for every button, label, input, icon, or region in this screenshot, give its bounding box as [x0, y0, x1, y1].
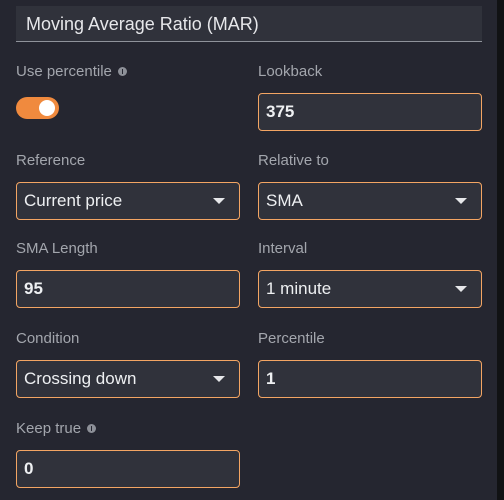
- relative-to-label: Relative to: [258, 152, 329, 169]
- keep-true-label: Keep true: [16, 420, 97, 437]
- info-icon[interactable]: [87, 424, 97, 433]
- interval-value: 1 minute: [266, 279, 332, 298]
- reference-label-text: Reference: [16, 152, 86, 169]
- condition-select[interactable]: Crossing down: [16, 360, 240, 398]
- condition-label: Condition: [16, 330, 79, 347]
- reference-select[interactable]: Current price: [16, 182, 240, 220]
- use-percentile-label-text: Use percentile: [16, 63, 112, 80]
- reference-label: Reference: [16, 152, 85, 169]
- condition-value: Crossing down: [24, 369, 137, 388]
- percentile-value: 1: [266, 369, 276, 388]
- keep-true-value: 0: [24, 459, 34, 478]
- sma-length-label-text: SMA Length: [16, 240, 98, 257]
- info-icon[interactable]: [117, 67, 127, 76]
- use-percentile-toggle[interactable]: [16, 97, 59, 119]
- keep-true-label-text: Keep true: [16, 420, 82, 437]
- percentile-input[interactable]: 1: [258, 360, 482, 398]
- chevron-down-icon: [213, 376, 225, 382]
- sma-length-label: SMA Length: [16, 240, 98, 257]
- lookback-label-text: Lookback: [258, 63, 323, 80]
- lookback-input[interactable]: 375: [258, 93, 482, 131]
- lookback-label: Lookback: [258, 63, 322, 80]
- lookback-value: 375: [266, 102, 295, 121]
- interval-label-text: Interval: [258, 240, 308, 257]
- relative-to-select[interactable]: SMA: [258, 182, 482, 220]
- chevron-down-icon: [455, 286, 467, 292]
- condition-label-text: Condition: [16, 330, 80, 347]
- mar-settings-panel: Moving Average Ratio (MAR) Use percentil…: [0, 0, 497, 500]
- toggle-knob: [39, 100, 55, 116]
- use-percentile-label: Use percentile: [16, 63, 127, 80]
- relative-to-value: SMA: [266, 191, 303, 210]
- interval-label: Interval: [258, 240, 307, 257]
- percentile-label: Percentile: [258, 330, 325, 347]
- reference-value: Current price: [24, 191, 123, 210]
- sma-length-value: 95: [24, 279, 43, 298]
- relative-to-label-text: Relative to: [258, 152, 329, 169]
- chevron-down-icon: [213, 198, 225, 204]
- interval-select[interactable]: 1 minute: [258, 270, 482, 308]
- window-edge: [497, 0, 504, 500]
- chevron-down-icon: [455, 198, 467, 204]
- keep-true-input[interactable]: 0: [16, 450, 240, 488]
- panel-header: Moving Average Ratio (MAR): [16, 6, 482, 42]
- percentile-label-text: Percentile: [258, 330, 325, 347]
- sma-length-input[interactable]: 95: [16, 270, 240, 308]
- panel-title: Moving Average Ratio (MAR): [26, 14, 259, 34]
